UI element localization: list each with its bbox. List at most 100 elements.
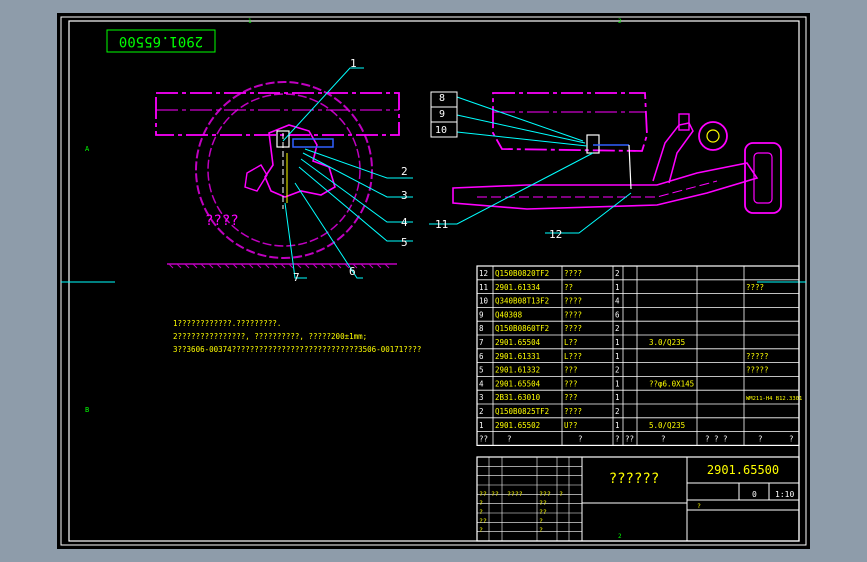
callout-1: 1: [350, 57, 357, 70]
bom-cell: L??: [564, 338, 578, 347]
tb-grid-cell: ?: [479, 526, 483, 534]
bom-cell: 3: [479, 393, 484, 402]
outer-frame: [60, 16, 807, 546]
drawing-scale: 1:10: [775, 490, 794, 499]
bom-cell: Q150B0825TF2: [495, 407, 549, 416]
bom-cell: ??: [564, 283, 573, 292]
bom-table: 12 Q150B0820TF2???? 211 2901.61334?? 1 ????10…: [476, 265, 802, 446]
leader-3: [302, 152, 413, 198]
tb-grid-cell: ??: [539, 499, 547, 507]
bom-cell: Q340B08T13F2: [495, 297, 549, 306]
bom-cell: 11: [479, 283, 488, 292]
bom-header-cell: ?: [661, 435, 666, 444]
bom-cell: 2: [615, 366, 620, 375]
bom-cell: 12: [479, 269, 488, 278]
bom-cell: ?????: [746, 352, 769, 361]
zone-mark-top-2: 2: [618, 18, 622, 25]
bom-cell: ????: [564, 310, 582, 319]
frame-side: [492, 92, 648, 152]
bom-cell: U??: [564, 421, 578, 430]
tb-grid-cell: ?: [479, 499, 483, 507]
bom-cell: 6: [615, 310, 620, 319]
bom-header-cell: ?: [615, 435, 620, 444]
bom-cell: 1: [615, 338, 620, 347]
bom-cell: Q150B0860TF2: [495, 324, 549, 333]
zone-mark-left-b: B: [85, 406, 89, 414]
bom-cell: ????: [564, 324, 582, 333]
callout-5: 5: [401, 236, 408, 249]
bom-cell: 6: [479, 352, 484, 361]
bom-cell: 10: [479, 297, 489, 306]
bom-cell: 2901.61332: [495, 366, 540, 375]
zone-mark-top-1: 1: [248, 18, 252, 25]
bom-cell: 2901.61331: [495, 352, 540, 361]
bom-cell: ??φ6.0X145: [649, 379, 694, 388]
tb-grid-cell: ?: [539, 526, 543, 534]
drawing-number: 2901.65500: [707, 463, 779, 477]
bom-cell: ???: [564, 379, 578, 388]
inner-frame: [68, 20, 800, 542]
tb-grid-cell: ?: [539, 517, 543, 525]
bom-header-cell: ?: [507, 435, 512, 444]
leader-12: [545, 192, 632, 234]
bom-cell: ???: [564, 366, 578, 375]
zone-mark-bottom-2: 2: [618, 533, 622, 540]
tb-grid-cell: ????: [507, 490, 523, 498]
tb-grid-cell: ?: [559, 490, 563, 498]
bom-cell: Q40308: [495, 310, 523, 319]
arm-bracket: [678, 113, 690, 131]
bom-cell: 2901.61334: [495, 283, 541, 292]
right-view: 8 9 10 11 12: [429, 91, 782, 241]
bom-header-cell: ?: [789, 435, 794, 444]
tb-grid-cell: ??: [479, 490, 487, 498]
bom-cell: 2B31.63010: [495, 393, 541, 402]
callout-8: 8: [439, 93, 445, 104]
callout-12: 12: [549, 228, 562, 241]
u-bolt-part: [292, 138, 334, 148]
bom-cell: 2: [615, 269, 620, 278]
bom-cell: 1: [615, 352, 620, 361]
hub-circle: [698, 121, 728, 151]
bom-cell: ????: [746, 283, 764, 292]
bom-cell: 2901.65502: [495, 421, 540, 430]
left-view: ???? 1 2 3 4 5 6 7: [155, 57, 413, 284]
bom-cell: 4: [479, 379, 484, 388]
wheel-outer-circle: [195, 81, 373, 259]
tb-grid-cell: ??: [539, 508, 547, 516]
bom-cell: 1: [479, 421, 484, 430]
support-arm: [652, 122, 694, 184]
note-line-1: 1????????????.?????????.: [173, 319, 281, 328]
bom-cell: ???: [564, 393, 578, 402]
bom-cell: 1: [615, 393, 620, 402]
bom-cell: ?????: [746, 366, 769, 375]
callout-2: 2: [401, 165, 408, 178]
drawing-name: ??????: [609, 471, 660, 487]
bom-cell: WM211-H4 B12.3301: [746, 396, 802, 402]
knuckle-arm: [244, 164, 268, 192]
callout-9: 9: [439, 109, 445, 120]
bom-cell: 8: [479, 324, 484, 333]
bom-cell: 1: [615, 379, 620, 388]
bom-header-cell: ??: [625, 435, 634, 444]
technical-notes: 1????????????.?????????. 2??????????????…: [173, 319, 421, 354]
bom-cell: Q150B0820TF2: [495, 269, 549, 278]
bom-cell: 5.0/Q235: [649, 421, 685, 430]
bom-cell: L???: [564, 352, 582, 361]
bom-cell: 5: [479, 366, 484, 375]
title-block: ?????? 2901.65500 0 1:10 ???????????????…: [476, 456, 800, 542]
tb-grid-cell: ??: [479, 517, 487, 525]
callout-10: 10: [435, 125, 447, 136]
hub-center: [706, 129, 720, 143]
callout-11: 11: [435, 218, 448, 231]
bom-cell: 2901.65504: [495, 379, 541, 388]
bom-cell: 1: [615, 421, 620, 430]
tb-grid-cell: ?: [697, 502, 701, 510]
bom-cell: 7: [479, 338, 484, 347]
callout-3: 3: [401, 189, 408, 202]
bom-cell: 2: [479, 407, 484, 416]
cad-drawing: 1 2 2 A B 2901.65500 ???? 1 2 3 4 5 6 7 …: [60, 16, 807, 546]
drawing-sheet: 1 2 2 A B 2901.65500 ???? 1 2 3 4 5 6 7 …: [57, 13, 810, 549]
bom-header-cell: ? ? ?: [705, 435, 728, 444]
zone-mark-left-a: A: [85, 145, 90, 153]
bom-cell: 1: [615, 283, 620, 292]
